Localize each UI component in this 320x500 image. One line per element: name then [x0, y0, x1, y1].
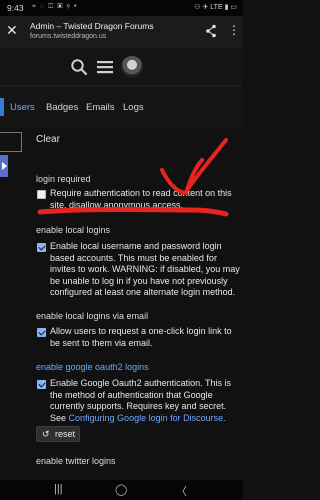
home-icon[interactable]: ◯ [115, 483, 127, 496]
tab-badges[interactable]: Badges [46, 102, 78, 113]
setting-title-login-required: login required [36, 174, 91, 184]
clock: 9:43 [7, 3, 24, 13]
page-title: Admin – Twisted Dragon Forums [30, 21, 154, 31]
admin-tabs: Users Badges Emails Logs [0, 86, 243, 128]
close-icon[interactable]: ✕ [6, 22, 18, 38]
google-login-docs-link[interactable]: Configuring Google login for Discourse. [69, 413, 226, 423]
setting-title-email-logins: enable local logins via email [36, 311, 149, 321]
local-logins-checkbox[interactable] [37, 243, 46, 252]
reset-button[interactable]: ↺ reset [36, 426, 80, 442]
back-icon[interactable]: 〈 [176, 483, 187, 499]
android-nav-bar: ||| ◯ 〈 [0, 480, 243, 500]
setting-title-twitter-logins: enable twitter logins [36, 456, 116, 466]
more-options-icon[interactable]: ⋮ [228, 23, 240, 37]
hamburger-icon[interactable] [97, 58, 113, 76]
email-logins-checkbox[interactable] [37, 328, 46, 337]
google-oauth2-checkbox[interactable] [37, 380, 46, 389]
filter-input[interactable] [0, 132, 22, 152]
browser-toolbar: ✕ Admin – Twisted Dragon Forums forums.t… [0, 16, 243, 48]
reset-label: reset [55, 429, 76, 439]
status-bar: 9:43 ⌖ ◌ ◫ ▣ ⚲ • ⚇ ✈ LTE ▮ ▭ [0, 0, 243, 16]
sidebar-toggle-icon[interactable] [0, 155, 8, 177]
tab-logs[interactable]: Logs [123, 102, 144, 113]
setting-title-google-oauth2[interactable]: enable google oauth2 logins [36, 362, 149, 372]
setting-desc-local-logins: Enable local username and password login… [50, 241, 240, 297]
active-tab-indicator [0, 98, 4, 116]
setting-desc-login-required: Require authentication to read content o… [50, 188, 232, 210]
clear-button[interactable]: Clear [36, 134, 60, 145]
system-status-icons: ⚇ ✈ LTE ▮ ▭ [194, 4, 237, 11]
undo-icon: ↺ [42, 429, 50, 439]
recent-apps-icon[interactable]: ||| [54, 483, 63, 495]
tab-users[interactable]: Users [10, 102, 35, 113]
setting-title-local-logins: enable local logins [36, 225, 111, 235]
search-icon[interactable] [70, 58, 88, 76]
setting-desc-email-logins: Allow users to request a one-click login… [50, 326, 232, 348]
share-icon[interactable] [205, 24, 217, 38]
notification-icons: ⌖ ◌ ◫ ▣ ⚲ • [32, 3, 78, 10]
settings-filter: Clear [0, 128, 243, 154]
site-header [0, 48, 243, 86]
tab-emails[interactable]: Emails [86, 102, 115, 113]
login-required-checkbox[interactable] [37, 190, 46, 199]
setting-desc-google-oauth2: Enable Google Oauth2 authentication. Thi… [50, 378, 240, 424]
avatar[interactable] [121, 56, 143, 78]
page-url[interactable]: forums.twisteddragon.us [30, 33, 106, 40]
